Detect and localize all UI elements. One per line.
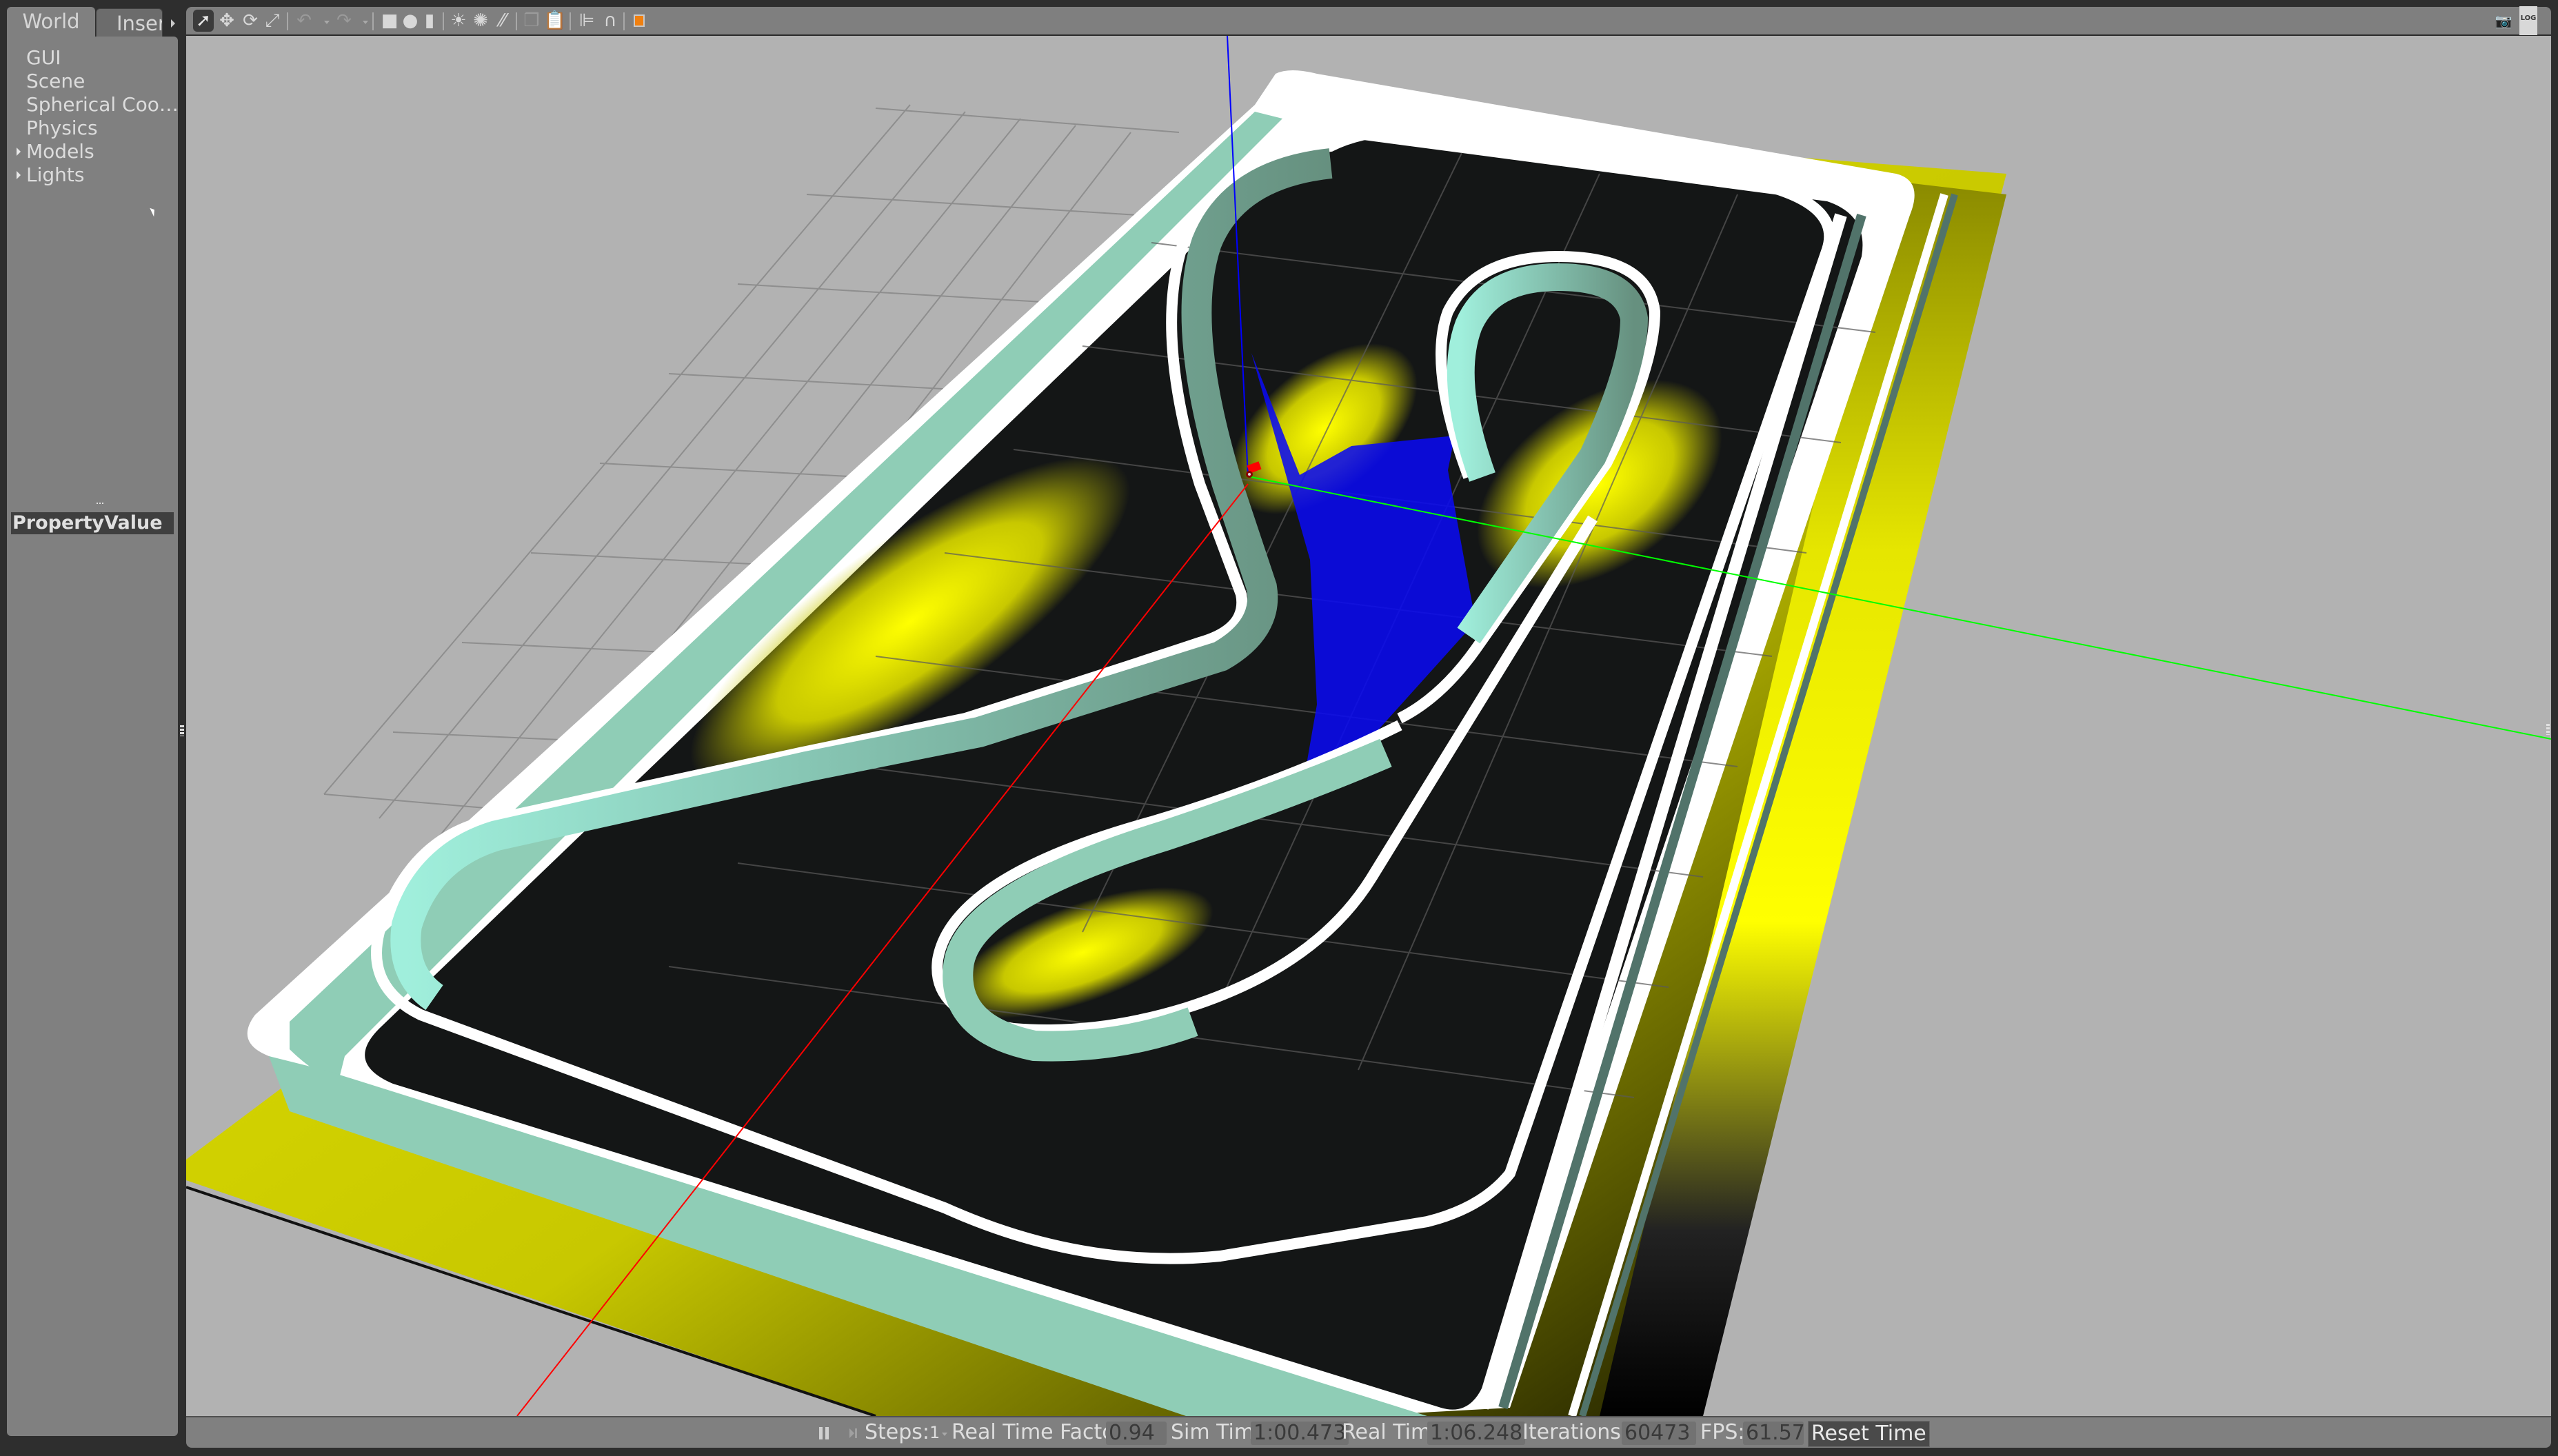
right-splitter-handle[interactable] [2546,724,2550,735]
box-shape-button[interactable]: ■ [379,10,400,32]
left-panel: World Insert GUI Scene Spherical Coo… Ph… [7,7,179,1449]
toolbar-separator [516,12,517,30]
log-button[interactable]: LOG [2518,6,2539,35]
main-area: ➚ ✥ ⟳ ⤢ ↶ ↷ ■ ● ▮ ☀ ✺ ⁄⁄ ❐ 📋 ⊫ ∩ 📷 LOG S… [186,6,2551,1449]
spot-light-button[interactable]: ✺ [470,10,491,32]
point-light-button[interactable]: ☀ [448,10,469,32]
toolbar-separator [623,12,625,30]
undo-button[interactable]: ↶ [294,10,314,32]
scene-render [186,36,2551,1416]
directional-light-button[interactable]: ⁄⁄ [492,10,513,32]
world-panel: GUI Scene Spherical Coo… Physics Models … [7,37,179,1436]
column-header-property[interactable]: Property [12,512,104,534]
toolbar-separator [570,12,571,30]
tree-item-label: Physics [26,117,98,139]
translate-mode-button[interactable]: ✥ [216,10,237,32]
sphere-icon: ● [402,10,419,31]
arrow-cursor-icon: ➚ [196,10,211,31]
move-arrows-icon: ✥ [219,10,234,31]
select-mode-button[interactable]: ➚ [193,10,214,32]
reset-time-button[interactable]: Reset Time [1808,1421,1930,1447]
tree-item-models[interactable]: Models [17,140,94,163]
magnet-icon: ∩ [603,10,617,31]
tree-item-label: Models [26,140,94,163]
toolbar: ➚ ✥ ⟳ ⤢ ↶ ↷ ■ ● ▮ ☀ ✺ ⁄⁄ ❐ 📋 ⊫ ∩ 📷 LOG [186,6,2551,36]
iterations-label: Iterations: [1522,1420,1628,1444]
splitter-handle[interactable] [97,503,103,507]
spot-light-icon: ✺ [473,10,488,31]
status-bar: Steps: 1 Real Time Factor: 0.94 Sim Time… [186,1416,2551,1448]
pause-icon[interactable] [819,1427,829,1439]
tree-item-label: Scene [26,70,85,92]
tree-item-lights[interactable]: Lights [17,163,85,187]
tree-item-gui[interactable]: GUI [26,46,61,70]
tree-item-label: Spherical Coo… [26,93,179,116]
copy-button[interactable]: ❐ [521,10,542,32]
property-table-header: PropertyValue [11,512,174,534]
real-time-value: 1:06.248 [1427,1422,1526,1445]
undo-history-dropdown-icon[interactable] [324,21,330,24]
expand-arrow-icon[interactable] [17,171,21,179]
steps-value[interactable]: 1 [929,1417,940,1448]
align-button[interactable]: ⊫ [576,10,597,32]
fps-value: 61.57 [1743,1422,1805,1445]
redo-history-dropdown-icon[interactable] [363,21,368,24]
undo-icon: ↶ [296,10,312,31]
copy-icon: ❐ [523,10,540,31]
tab-scroll-right-icon[interactable] [171,19,175,28]
rotate-mode-button[interactable]: ⟳ [240,10,261,32]
left-splitter-handle[interactable] [180,725,184,736]
tree-item-label: Lights [26,163,85,186]
tree-item-scene[interactable]: Scene [26,70,85,93]
cylinder-shape-button[interactable]: ▮ [419,10,440,32]
rtf-label: Real Time Factor: [951,1420,1130,1444]
scale-mode-button[interactable]: ⤢ [262,10,283,32]
iterations-value: 60473 [1622,1422,1696,1445]
tree-item-physics[interactable]: Physics [26,117,98,140]
change-view-button[interactable] [629,10,649,32]
camera-icon: 📷 [2495,12,2512,29]
3d-viewport[interactable] [186,36,2551,1416]
step-icon[interactable] [849,1427,859,1439]
toolbar-separator [287,12,288,30]
tree-item-spherical-coordinates[interactable]: Spherical Coo… [26,93,179,117]
point-light-icon: ☀ [450,10,467,31]
log-download-icon: LOG [2519,6,2538,35]
redo-icon: ↷ [336,10,352,31]
scale-icon: ⤢ [265,10,280,31]
rotate-icon: ⟳ [243,10,258,31]
expand-arrow-icon[interactable] [17,148,21,156]
box-icon: ■ [381,10,399,31]
directional-light-icon: ⁄⁄ [499,10,506,31]
steps-label: Steps: [865,1420,930,1444]
redo-button[interactable]: ↷ [334,10,354,32]
column-header-value[interactable]: Value [104,512,162,534]
tab-world[interactable]: World [7,7,95,37]
cylinder-icon: ▮ [424,10,435,31]
screenshot-button[interactable]: 📷 [2493,10,2514,32]
sphere-shape-button[interactable]: ● [400,10,421,32]
snap-button[interactable]: ∩ [600,10,621,32]
paste-icon: 📋 [543,10,567,31]
fps-label: FPS: [1700,1420,1745,1444]
rtf-value: 0.94 [1106,1422,1167,1445]
view-cube-icon [634,14,645,27]
steps-dropdown-icon[interactable] [942,1433,947,1436]
tree-item-label: GUI [26,46,61,69]
paste-button[interactable]: 📋 [543,10,567,32]
sim-time-value: 1:00.473 [1251,1422,1349,1445]
align-icon: ⊫ [578,10,595,31]
toolbar-separator [443,12,444,30]
toolbar-separator [372,12,374,30]
tab-insert[interactable]: Insert [96,8,163,37]
